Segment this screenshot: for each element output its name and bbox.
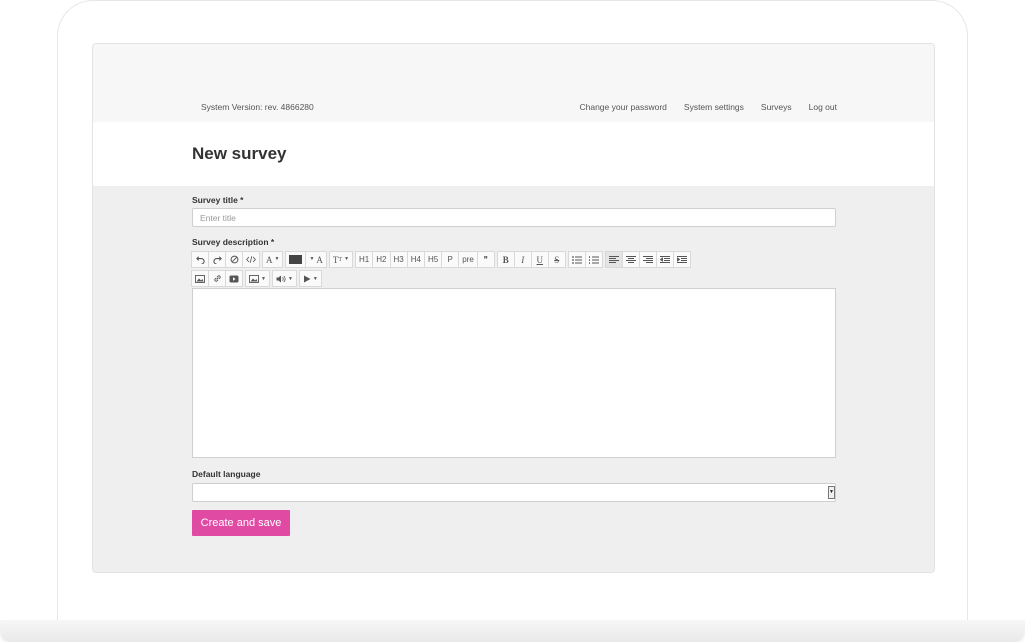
align-right-icon [642,255,653,263]
numbered-list-button[interactable] [584,251,603,268]
app-screen: System Version: rev. 4866280 Change your… [92,43,935,573]
page-title: New survey [192,144,287,163]
text-color-dropdown[interactable]: ▼ A [305,251,327,268]
code-icon [246,256,256,263]
italic-button[interactable]: I [513,251,532,268]
text-color-swatch [289,255,303,264]
indent-button[interactable] [672,251,691,268]
image-options-dropdown[interactable]: ▼ [245,270,270,287]
text-color-label: A [316,254,323,265]
align-center-icon [625,255,636,263]
nav-change-password-link[interactable]: Change your password [579,102,666,112]
heading-4-button[interactable]: H4 [406,251,425,268]
default-language-select[interactable]: ▼ [192,483,836,502]
bulleted-list-icon [571,255,582,264]
chevron-down-icon: ▼ [274,257,280,262]
font-size-dropdown[interactable]: T T ▼ [328,251,354,268]
redo-icon [212,256,222,264]
clear-format-icon [230,255,238,264]
align-right-button[interactable] [638,251,657,268]
outdent-icon [659,255,670,263]
survey-title-label: Survey title * [192,195,244,205]
video-icon [229,275,239,282]
media-play-dropdown[interactable]: ▼ [298,270,322,287]
numbered-list-icon [588,255,599,264]
link-icon [213,275,221,282]
heading-2-button[interactable]: H2 [372,251,391,268]
heading-1-button[interactable]: H1 [355,251,374,268]
strikethrough-button[interactable]: S [547,251,566,268]
preformatted-button[interactable]: pre [458,251,478,268]
insert-video-button[interactable] [225,270,243,287]
insert-image-button[interactable] [191,270,209,287]
clear-format-button[interactable] [225,251,243,268]
font-family-label: A [266,254,273,265]
survey-description-label: Survey description * [192,237,275,247]
survey-title-input[interactable] [192,208,836,227]
volume-icon [276,275,286,282]
editor-toolbar-row-1: A ▼ ▼ A T T ▼ H1 H2 H3 H4 H5 P pre ❞ B I… [191,251,694,268]
nav-system-settings-link[interactable]: System settings [684,102,744,112]
survey-description-editor[interactable] [192,288,836,458]
bold-button[interactable]: B [496,251,515,268]
select-arrow-icon[interactable]: ▼ [828,486,835,499]
play-icon [303,275,311,282]
chevron-down-icon: ▼ [309,257,315,262]
chevron-down-icon: ▼ [287,275,293,282]
audio-dropdown[interactable]: ▼ [271,270,297,287]
undo-icon [195,256,205,264]
align-left-icon [608,255,619,263]
align-left-button[interactable] [604,251,623,268]
default-language-label: Default language [192,469,261,479]
system-version: System Version: rev. 4866280 [201,102,314,112]
top-bar: System Version: rev. 4866280 Change your… [93,44,934,122]
text-color-button[interactable] [285,251,307,268]
redo-button[interactable] [208,251,226,268]
image-icon [195,274,205,283]
laptop-base [0,620,1025,642]
font-size-icon: T [338,256,343,263]
undo-button[interactable] [191,251,209,268]
blockquote-button[interactable]: ❞ [476,251,495,268]
indent-icon [676,255,687,263]
insert-link-button[interactable] [208,270,226,287]
code-view-button[interactable] [242,251,260,268]
outdent-button[interactable] [655,251,674,268]
align-center-button[interactable] [621,251,640,268]
nav-surveys-link[interactable]: Surveys [761,102,792,112]
paragraph-button[interactable]: P [441,251,460,268]
chevron-down-icon: ▼ [312,275,318,282]
bulleted-list-button[interactable] [567,251,586,268]
chevron-down-icon: ▼ [344,257,350,262]
underline-button[interactable]: U [530,251,549,268]
chevron-down-icon: ▼ [261,275,266,282]
create-and-save-button[interactable]: Create and save [192,510,290,536]
top-nav: Change your password System settings Sur… [579,102,837,112]
image-icon [249,274,259,283]
editor-toolbar-row-2: ▼ ▼ ▼ [191,270,325,287]
nav-log-out-link[interactable]: Log out [809,102,837,112]
font-family-dropdown[interactable]: A ▼ [262,251,284,268]
heading-5-button[interactable]: H5 [423,251,443,268]
heading-3-button[interactable]: H3 [389,251,408,268]
quote-icon: ❞ [483,255,488,264]
title-band: New survey [93,122,934,186]
